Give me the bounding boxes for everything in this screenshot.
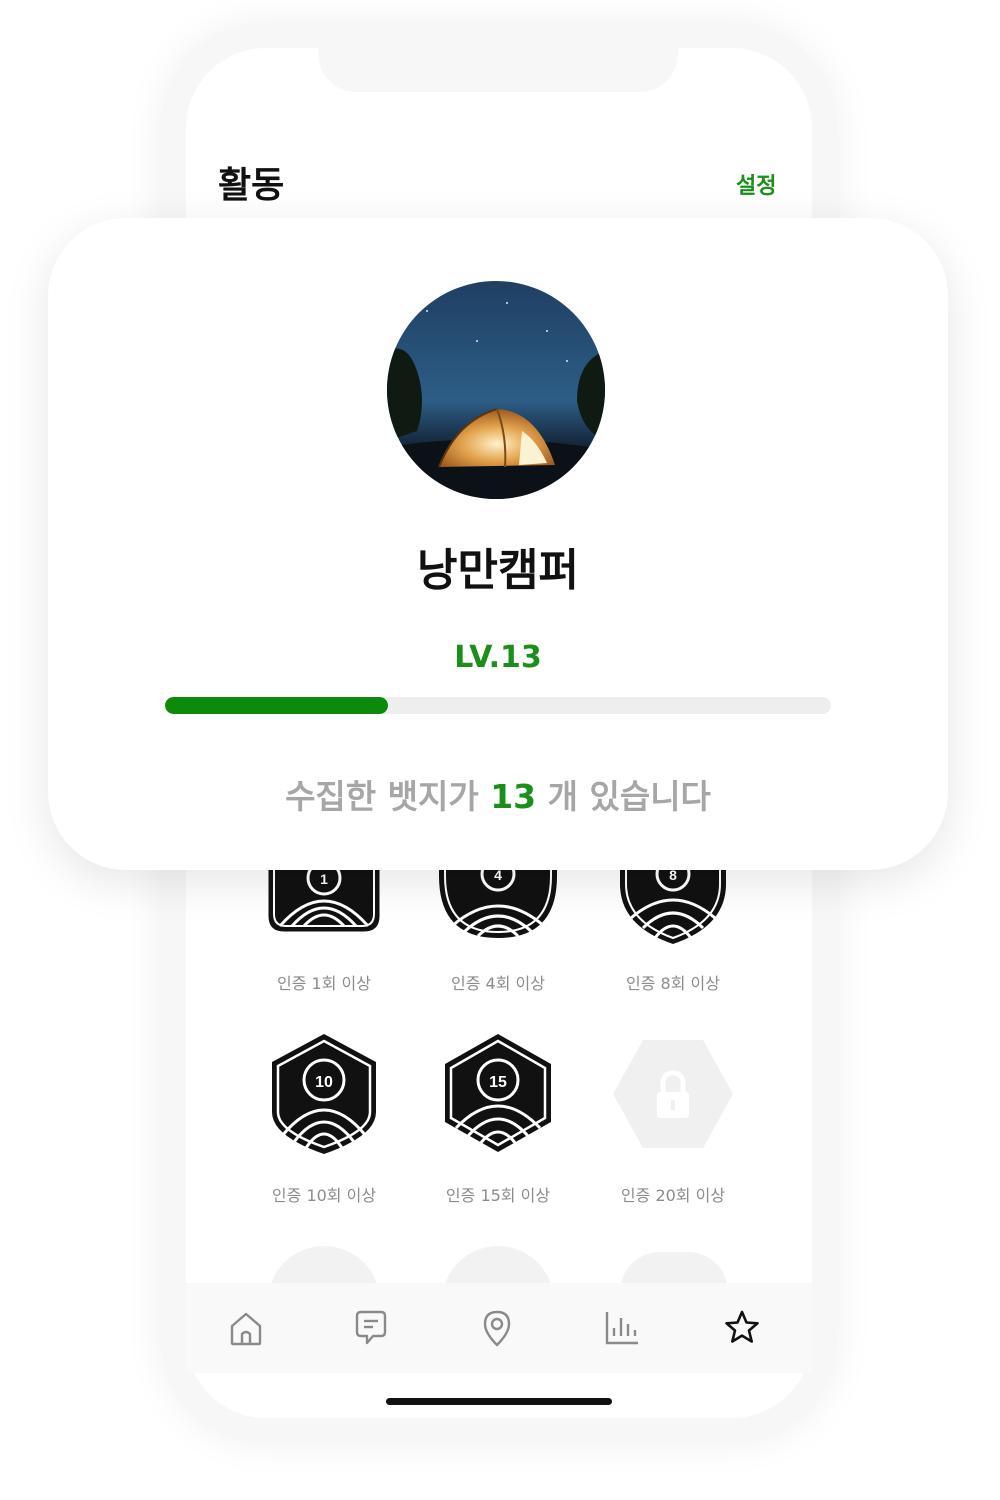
tab-stats[interactable] [600,1306,644,1350]
home-indicator [386,1398,612,1405]
badge-label: 인증 8회 이상 [626,974,720,993]
level-label: LV.13 [454,640,542,675]
badge-label: 인증 20회 이상 [620,1186,726,1205]
home-icon [230,1312,262,1346]
tab-home[interactable] [224,1306,268,1350]
tent-night-photo [387,281,605,499]
location-pin-icon [483,1310,511,1347]
badge-label: 인증 10회 이상 [271,1186,377,1205]
badge-number: 1 [320,871,328,887]
page-title: 활동 [218,165,285,206]
badge-count: 13 [490,777,537,816]
badge-number: 10 [315,1074,333,1091]
badge-count-message: 수집한 뱃지가 13 개 있습니다 [0,770,996,818]
badge-message-prefix: 수집한 뱃지가 [285,777,491,816]
tab-location[interactable] [475,1306,519,1350]
level-progress-bar [165,697,831,714]
tab-messages[interactable] [349,1306,393,1350]
badge-10[interactable]: 10 [234,1032,414,1160]
star-icon [725,1310,759,1343]
badge-15[interactable]: 15 [408,1032,588,1160]
nickname: 낭만캠퍼 [417,545,579,596]
phone-notch [318,48,678,92]
badge-hexagon-icon: 10 [272,1034,376,1154]
tab-badges[interactable] [720,1306,764,1350]
badge-label: 인증 15회 이상 [445,1186,551,1205]
settings-button[interactable]: 설정 [736,168,776,200]
badge-1[interactable]: 1 [234,854,414,950]
badge-number: 15 [489,1074,507,1091]
avatar[interactable] [387,281,605,499]
message-icon [355,1310,387,1345]
level-progress-fill [165,697,389,714]
lock-icon [613,1040,733,1148]
badge-label: 인증 1회 이상 [277,974,371,993]
badge-locked[interactable] [583,1032,763,1160]
bar-chart-icon [605,1312,638,1345]
badge-hexagon-icon: 15 [445,1034,551,1152]
badge-4[interactable]: 4 [408,855,588,950]
badge-message-suffix: 개 있습니다 [536,777,711,816]
badge-8[interactable]: 8 [583,855,763,950]
badge-label: 인증 4회 이상 [451,974,545,993]
